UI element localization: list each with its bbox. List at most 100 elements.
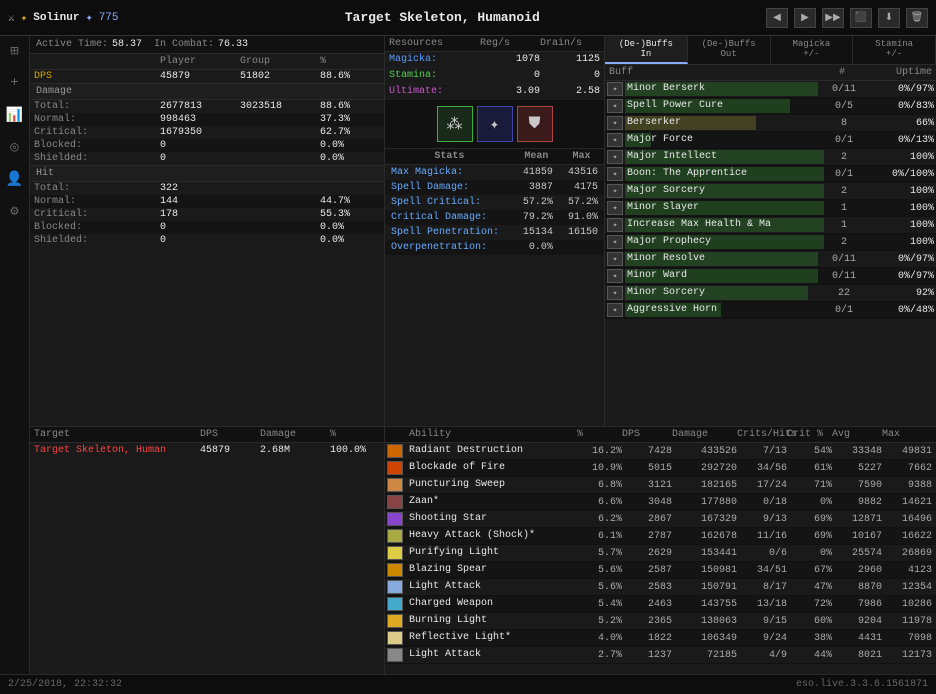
- stat-crit-dmg-row: Critical Damage: 79.2% 91.0%: [385, 210, 604, 225]
- ability-row[interactable]: Shooting Star6.2%28671673299/1369%128711…: [385, 511, 936, 528]
- ability-name-container: Charged Weapon: [407, 597, 579, 611]
- ability-row[interactable]: Reflective Light*4.0%18221063499/2438%44…: [385, 630, 936, 647]
- tab-stamina[interactable]: Stamina+/-: [853, 36, 936, 64]
- ability-critpct: 72%: [789, 599, 834, 610]
- nav-record-button[interactable]: ⬛: [850, 8, 872, 28]
- ability-row[interactable]: Blazing Spear5.6%258715098134/5167%29604…: [385, 562, 936, 579]
- ability-pct: 6.1%: [579, 531, 624, 542]
- nav-prev-button[interactable]: ◀: [766, 8, 788, 28]
- ability-row[interactable]: Zaan*6.6%30481778800/180%988214621: [385, 494, 936, 511]
- buff-row: ✦Major Intellect2100%: [605, 149, 936, 166]
- damage-blocked-row: Blocked: 0 0.0%: [30, 139, 384, 152]
- buff-uptime: 100%: [864, 237, 934, 248]
- ability-row[interactable]: Light Attack5.6%25831507918/1747%8870123…: [385, 579, 936, 596]
- damage-blocked-label: Blocked:: [34, 140, 160, 151]
- ability-row[interactable]: Light Attack2.7%1237721854/944%802112173: [385, 647, 936, 664]
- damage-total-group: 3023518: [240, 101, 320, 112]
- ability-damage: 72185: [674, 650, 739, 661]
- buff-row: ✦Major Force0/10%/13%: [605, 132, 936, 149]
- ability-row[interactable]: Charged Weapon5.4%246314375513/1872%7986…: [385, 596, 936, 613]
- incombat-value: 76.33: [218, 39, 248, 50]
- ability-row[interactable]: Radiant Destruction16.2%74284335267/1354…: [385, 443, 936, 460]
- ability-name: Radiant Destruction: [407, 444, 579, 458]
- ability-name-container: Light Attack: [407, 580, 579, 594]
- buff-uptime: 0%/13%: [864, 135, 934, 146]
- sidebar-icon-plus[interactable]: +: [4, 72, 26, 94]
- ability-name-container: Zaan*: [407, 495, 579, 509]
- res-col-reg: Reg/s: [480, 38, 540, 49]
- ability-icon: [387, 495, 403, 509]
- targets-panel: Target DPS Damage % Target Skeleton, Hum…: [30, 427, 385, 674]
- stat-spell-dmg-row: Spell Damage: 3887 4175: [385, 180, 604, 195]
- stamina-row: Stamina: 0 0: [385, 68, 604, 84]
- sidebar-icon-target[interactable]: ◎: [4, 136, 26, 158]
- buff-uptime: 100%: [864, 152, 934, 163]
- buff-icon: ✦: [607, 167, 623, 181]
- ability-col-damage: Damage: [672, 429, 737, 440]
- spell-icon-1[interactable]: ⁂: [437, 106, 473, 142]
- ability-row[interactable]: Puncturing Sweep6.8%312118216517/2471%75…: [385, 477, 936, 494]
- nav-delete-button[interactable]: 🗑: [906, 8, 928, 28]
- sidebar-icon-person[interactable]: 👤: [4, 168, 26, 190]
- ability-name: Zaan*: [407, 495, 579, 509]
- buff-name-bar: Minor Berserk: [625, 82, 824, 96]
- magicka-label: Magicka:: [389, 54, 480, 65]
- ability-row[interactable]: Burning Light5.2%23651380639/1560%920411…: [385, 613, 936, 630]
- ability-row[interactable]: Heavy Attack (Shock)*6.1%278716267811/16…: [385, 528, 936, 545]
- nav-skip-button[interactable]: ▶▶: [822, 8, 844, 28]
- sidebar-icon-chart[interactable]: 📊: [4, 104, 26, 126]
- ability-avg: 33348: [834, 446, 884, 457]
- ability-max: 14621: [884, 497, 934, 508]
- ability-damage: 292720: [674, 463, 739, 474]
- ability-critpct: 67%: [789, 565, 834, 576]
- buff-icon: ✦: [607, 133, 623, 147]
- ability-dps: 2365: [624, 616, 674, 627]
- character-info: ⚔ ✦ Solinur ✦ 775: [8, 10, 119, 25]
- mid-resources-panel: Resources Reg/s Drain/s Magicka: 1078 11…: [385, 36, 605, 426]
- tab-debuffs-out[interactable]: (De-)BuffsOut: [688, 36, 771, 64]
- ability-max: 4123: [884, 565, 934, 576]
- buff-count: 1: [824, 220, 864, 231]
- top-bar: ⚔ ✦ Solinur ✦ 775 Target Skeleton, Human…: [0, 0, 936, 36]
- magicka-reg: 1078: [480, 54, 540, 65]
- ability-name: Light Attack: [407, 648, 579, 662]
- ultimate-drain: 2.58: [540, 86, 600, 97]
- buff-uptime: 0%/100%: [864, 169, 934, 180]
- content-area: Active Time: 58.37 In Combat: 76.33 Play…: [30, 36, 936, 674]
- tab-magicka[interactable]: Magicka+/-: [771, 36, 854, 64]
- tab-debuffs-in[interactable]: (De-)BuffsIn: [605, 36, 688, 64]
- ability-row[interactable]: Purifying Light5.7%26291534410/60%255742…: [385, 545, 936, 562]
- buff-uptime: 92%: [864, 288, 934, 299]
- ability-critpct: 38%: [789, 633, 834, 644]
- stats-col-mean: Mean: [514, 149, 559, 165]
- buff-name-bar: Minor Ward: [625, 269, 824, 283]
- ability-col-crits: Crits/Hits: [737, 429, 787, 440]
- ability-damage: 182165: [674, 480, 739, 491]
- ability-row[interactable]: Blockade of Fire10.9%501529272034/5661%5…: [385, 460, 936, 477]
- ability-dps: 1237: [624, 650, 674, 661]
- spell-icon-2[interactable]: ✦: [477, 106, 513, 142]
- ability-crits: 11/16: [739, 531, 789, 542]
- buff-list-header: Buff # Uptime: [605, 65, 936, 81]
- buff-col-uptime: Uptime: [862, 67, 932, 78]
- hit-crit-player: 178: [160, 209, 240, 220]
- sidebar-icon-gear[interactable]: ⚙: [4, 200, 26, 222]
- spell-icon-3[interactable]: ⛊: [517, 106, 553, 142]
- ability-header: Ability % DPS Damage Crits/Hits Crit % A…: [385, 427, 936, 443]
- magicka-drain: 1125: [540, 54, 600, 65]
- stamina-label: Stamina:: [389, 70, 480, 81]
- sidebar-icon-home[interactable]: ⊞: [4, 40, 26, 62]
- nav-next-button[interactable]: ▶: [794, 8, 816, 28]
- stat-spell-crit-mean: 57.2%: [514, 195, 559, 210]
- ability-max: 9388: [884, 480, 934, 491]
- ability-max: 49831: [884, 446, 934, 457]
- hit-section-header: Hit: [30, 165, 384, 182]
- ability-crits: 9/13: [739, 514, 789, 525]
- target-row-skeleton[interactable]: Target Skeleton, Human 45879 2.68M 100.0…: [30, 443, 384, 458]
- buff-count: 0/1: [824, 169, 864, 180]
- target-col-name: Target: [34, 429, 200, 440]
- ability-max: 12173: [884, 650, 934, 661]
- nav-download-button[interactable]: ⬇: [878, 8, 900, 28]
- damage-normal-group: [240, 114, 320, 125]
- ability-damage: 162678: [674, 531, 739, 542]
